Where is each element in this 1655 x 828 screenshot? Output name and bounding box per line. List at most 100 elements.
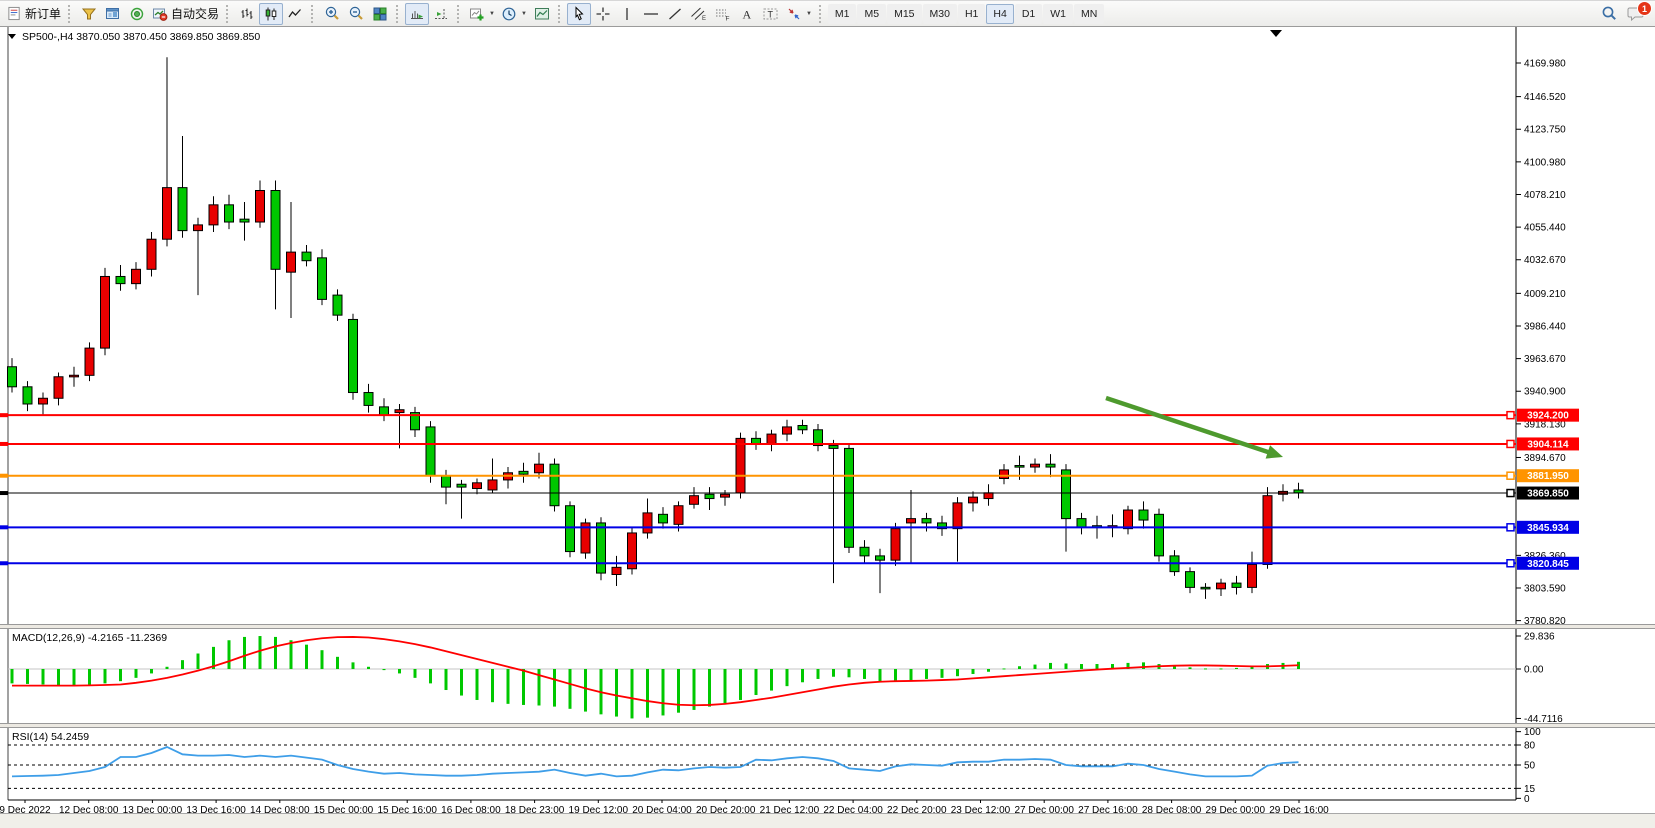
toolbar-grip — [819, 5, 824, 23]
svg-text:3940.900: 3940.900 — [1524, 387, 1566, 398]
tab-timeframe-m15[interactable]: M15 — [887, 4, 921, 24]
fibonacci-button[interactable]: F — [711, 3, 735, 25]
svg-text:0: 0 — [1524, 794, 1530, 805]
cursor-button[interactable] — [567, 3, 591, 25]
periods-icon — [501, 6, 517, 22]
horizontal-line-button[interactable] — [639, 3, 663, 25]
line-chart-icon — [287, 6, 303, 22]
new-order-button[interactable]: 新订单 — [4, 3, 64, 25]
chart-canvas[interactable]: 4169.9804146.5204123.7504100.9804078.210… — [0, 27, 1655, 813]
svg-text:27 Dec 00:00: 27 Dec 00:00 — [1014, 805, 1074, 813]
svg-text:F: F — [726, 15, 730, 22]
tab-timeframe-m1[interactable]: M1 — [828, 4, 857, 24]
svg-text:22 Dec 04:00: 22 Dec 04:00 — [823, 805, 883, 813]
tab-timeframe-m30[interactable]: M30 — [923, 4, 957, 24]
svg-text:14 Dec 08:00: 14 Dec 08:00 — [250, 805, 310, 813]
svg-text:20 Dec 04:00: 20 Dec 04:00 — [632, 805, 692, 813]
chart-profile-button[interactable] — [77, 3, 101, 25]
chart-window[interactable]: 4169.9804146.5204123.7504100.9804078.210… — [0, 27, 1655, 813]
zoom-in-icon — [324, 5, 341, 22]
vertical-line-button[interactable] — [615, 3, 639, 25]
svg-text:16 Dec 08:00: 16 Dec 08:00 — [441, 805, 501, 813]
crosshair-button[interactable] — [591, 3, 615, 25]
svg-text:9 Dec 2022: 9 Dec 2022 — [0, 805, 51, 813]
tab-timeframe-mn[interactable]: MN — [1074, 4, 1104, 24]
chat-button[interactable]: 1 — [1627, 5, 1645, 22]
label-icon: T — [762, 6, 779, 22]
toolbar-grip — [457, 5, 462, 23]
arrows-icon — [786, 6, 802, 22]
text-button[interactable]: A — [735, 3, 759, 25]
svg-text:T: T — [768, 9, 774, 19]
autotrade-label: 自动交易 — [171, 5, 219, 22]
svg-text:E: E — [702, 16, 706, 22]
svg-text:12 Dec 08:00: 12 Dec 08:00 — [59, 805, 119, 813]
auto-scroll-button[interactable] — [405, 3, 429, 25]
template-button[interactable] — [530, 3, 554, 25]
svg-text:29 Dec 00:00: 29 Dec 00:00 — [1206, 805, 1266, 813]
chevron-down-icon: ▼ — [521, 11, 527, 17]
tile-windows-button[interactable] — [368, 3, 392, 25]
auto-scroll-icon — [409, 6, 425, 22]
trendline-icon — [667, 6, 683, 22]
svg-text:3904.114: 3904.114 — [1527, 439, 1569, 450]
svg-text:3845.934: 3845.934 — [1527, 523, 1569, 534]
tab-timeframe-h4[interactable]: H4 — [986, 4, 1013, 24]
search-button[interactable] — [1597, 3, 1621, 25]
svg-text:27 Dec 16:00: 27 Dec 16:00 — [1078, 805, 1138, 813]
chart-shift-button[interactable] — [429, 3, 453, 25]
svg-text:28 Dec 08:00: 28 Dec 08:00 — [1142, 805, 1202, 813]
svg-text:19 Dec 12:00: 19 Dec 12:00 — [569, 805, 629, 813]
chart-shift-icon — [433, 6, 449, 22]
svg-text:4032.670: 4032.670 — [1524, 255, 1566, 266]
market-watch-button[interactable] — [125, 3, 149, 25]
autotrade-icon — [152, 6, 168, 22]
tab-timeframe-m5[interactable]: M5 — [857, 4, 886, 24]
channel-button[interactable]: E — [687, 3, 711, 25]
periods-button[interactable]: ▼ — [498, 3, 530, 25]
svg-text:3869.850: 3869.850 — [1527, 489, 1569, 500]
indicators-icon — [469, 6, 485, 22]
indicators-button[interactable]: ▼ — [466, 3, 498, 25]
horizontal-line-icon — [642, 6, 660, 22]
navigator-button[interactable] — [101, 3, 125, 25]
svg-text:50: 50 — [1524, 761, 1536, 772]
tab-timeframe-h1[interactable]: H1 — [958, 4, 985, 24]
tile-windows-icon — [372, 6, 388, 22]
zoom-out-button[interactable] — [344, 3, 368, 25]
svg-text:3986.440: 3986.440 — [1524, 321, 1566, 332]
svg-text:4100.980: 4100.980 — [1524, 157, 1566, 168]
svg-text:18 Dec 23:00: 18 Dec 23:00 — [505, 805, 565, 813]
chart-profile-icon — [81, 6, 97, 22]
autotrade-button[interactable]: 自动交易 — [149, 3, 222, 25]
svg-text:3963.670: 3963.670 — [1524, 354, 1566, 365]
chart-title: SP500-,H4 3870.050 3870.450 3869.850 386… — [22, 31, 260, 43]
svg-text:15 Dec 00:00: 15 Dec 00:00 — [314, 805, 374, 813]
svg-text:29.836: 29.836 — [1524, 632, 1555, 643]
zoom-out-icon — [348, 5, 365, 22]
svg-text:4055.440: 4055.440 — [1524, 223, 1566, 234]
svg-text:23 Dec 12:00: 23 Dec 12:00 — [951, 805, 1011, 813]
trendline-button[interactable] — [663, 3, 687, 25]
label-button[interactable]: T — [759, 3, 783, 25]
svg-text:100: 100 — [1524, 727, 1541, 738]
zoom-in-button[interactable] — [320, 3, 344, 25]
tab-timeframe-w1[interactable]: W1 — [1043, 4, 1073, 24]
macd-label: MACD(12,26,9) -4.2165 -11.2369 — [12, 632, 167, 644]
toolbar-grip — [558, 5, 563, 23]
svg-text:4078.210: 4078.210 — [1524, 190, 1566, 201]
svg-text:4146.520: 4146.520 — [1524, 92, 1566, 103]
tab-timeframe-d1[interactable]: D1 — [1015, 4, 1042, 24]
bar-chart-button[interactable] — [235, 3, 259, 25]
candlestick-button[interactable] — [259, 3, 283, 25]
mt4-window: 新订单 自动交易 — [0, 0, 1655, 828]
line-chart-button[interactable] — [283, 3, 307, 25]
crosshair-icon — [595, 6, 611, 22]
svg-text:0.00: 0.00 — [1524, 665, 1544, 676]
svg-text:4169.980: 4169.980 — [1524, 59, 1566, 70]
svg-text:15 Dec 16:00: 15 Dec 16:00 — [377, 805, 437, 813]
market-watch-icon — [129, 6, 145, 22]
bar-chart-icon — [239, 6, 255, 22]
arrows-button[interactable]: ▼ — [783, 3, 815, 25]
svg-text:3881.950: 3881.950 — [1527, 471, 1569, 482]
